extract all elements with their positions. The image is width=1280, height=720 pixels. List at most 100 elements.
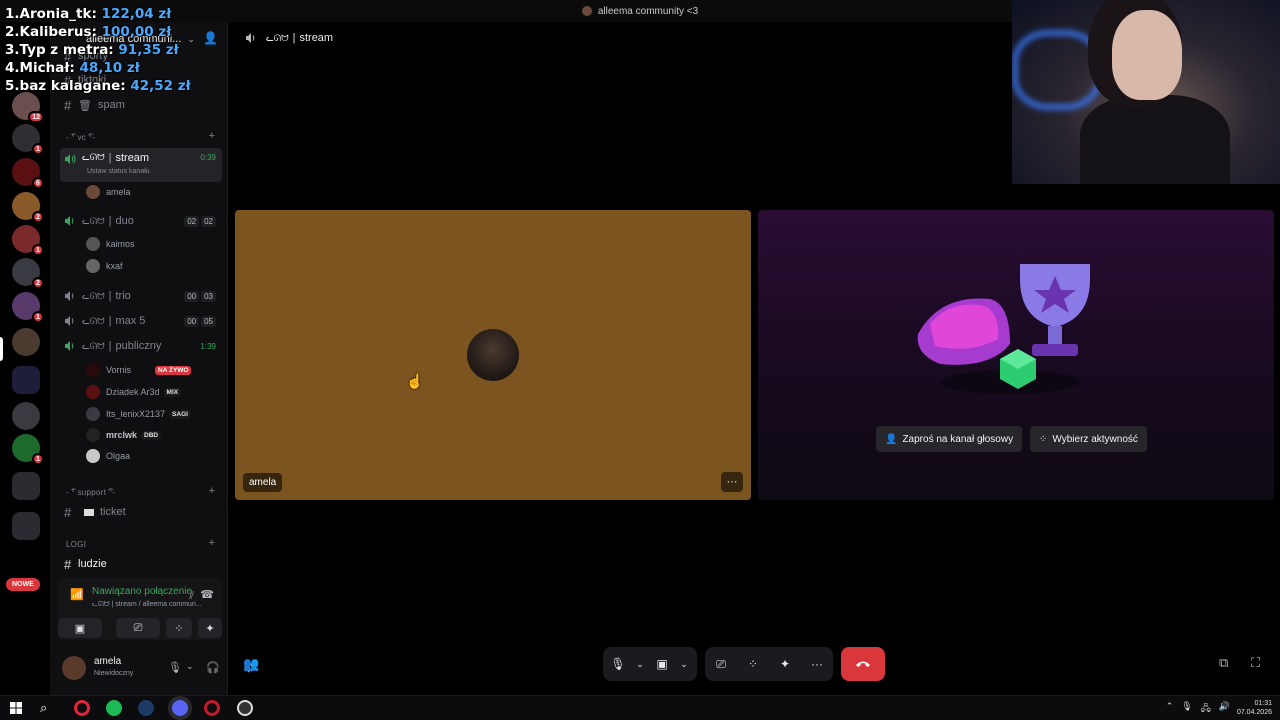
screen-share-icon[interactable]: ⎚ <box>705 657 737 672</box>
choose-activity-button[interactable]: ⁘ Wybierz aktywność <box>1030 426 1147 452</box>
voice-user[interactable]: Its_lenixX2137 SAGI <box>86 405 191 423</box>
volume-icon[interactable]: 🔊 <box>1219 701 1230 717</box>
channel-ludzie[interactable]: # ludzie <box>60 554 222 574</box>
server-icon-3[interactable]: 6 <box>12 158 44 189</box>
participant-avatar <box>467 329 519 381</box>
soundboard-button[interactable]: ✦ <box>198 618 222 638</box>
popout-icon[interactable]: ⧉ <box>1219 655 1228 671</box>
network-icon[interactable]: 🖧 <box>1201 701 1211 717</box>
camera-off-icon: ▣ <box>74 622 86 635</box>
voice-user[interactable]: Vornis NA ŻYWO <box>86 361 192 379</box>
opera-gx-icon[interactable] <box>204 700 220 716</box>
voice-channel-duo[interactable]: ᓚᘏᗢ | duo 02 02 <box>60 211 222 231</box>
active-server-pill <box>0 337 3 361</box>
voice-user[interactable]: Dziadek Ar3d MIX <box>86 383 182 401</box>
username: amela <box>94 656 122 667</box>
discord-icon[interactable] <box>172 700 188 716</box>
webcam-overlay <box>1012 0 1280 184</box>
camera-off-icon[interactable]: ▣ <box>647 657 677 671</box>
microphone-icon[interactable]: 🎙 <box>168 661 182 674</box>
chevron-down-icon[interactable]: ⌄ <box>633 659 647 670</box>
app-icon[interactable] <box>237 700 253 716</box>
server-icon-current[interactable] <box>12 328 40 356</box>
server-folder-icon[interactable] <box>12 472 40 500</box>
avatar[interactable] <box>62 656 86 680</box>
category-vc[interactable]: - ͡° vc ͡°- <box>66 133 95 142</box>
mention-badge: 2 <box>32 277 44 289</box>
invite-to-voice-button[interactable]: 👤 Zaproś na kanał głosowy <box>876 426 1023 452</box>
participant-tile[interactable]: amela ··· <box>235 210 751 500</box>
server-icon-7[interactable]: 1 <box>12 292 44 323</box>
server-icon-1[interactable]: 12 <box>12 92 44 123</box>
chevron-down-icon[interactable]: ⌄ <box>677 659 691 670</box>
add-channel-icon[interactable]: + <box>209 130 215 142</box>
channel-ticket[interactable]: # ticket <box>60 502 222 522</box>
more-icon[interactable]: ··· <box>801 657 833 671</box>
folder-icon[interactable] <box>12 366 40 394</box>
microphone-icon[interactable]: 🎙 <box>603 657 633 671</box>
avatar <box>86 407 100 421</box>
activities-button[interactable]: ⁘ <box>166 618 192 638</box>
screen-share-button[interactable]: ⎚ <box>116 618 160 638</box>
voice-channel-max5[interactable]: ᓚᘏᗢ | max 5 00 05 <box>60 311 222 331</box>
voice-channel-trio[interactable]: ᓚᘏᗢ | trio 00 03 <box>60 286 222 306</box>
voice-user[interactable]: amela <box>86 183 131 201</box>
fullscreen-icon[interactable]: ⛶ <box>1251 655 1260 671</box>
server-icon-4[interactable]: 2 <box>12 192 44 223</box>
channel-emoji: ᓚᘏᗢ <box>82 340 105 351</box>
new-badge[interactable]: NOWE <box>6 578 40 591</box>
soundboard-icon[interactable]: ✦ <box>769 657 801 671</box>
system-tray: ⌃ 🎙 🖧 🔊 <box>1166 701 1230 717</box>
speaker-icon <box>64 339 80 353</box>
windows-start-icon[interactable] <box>10 702 22 714</box>
add-channel-icon[interactable]: + <box>209 537 215 549</box>
channel-label: ludzie <box>78 558 107 570</box>
microphone-icon[interactable]: 🎙 <box>1181 701 1192 717</box>
more-options-button[interactable]: ··· <box>721 472 743 492</box>
avatar <box>86 237 100 251</box>
opera-icon[interactable] <box>74 700 90 716</box>
connection-channel[interactable]: ᓚᘏᗢ | stream / alleema commun... <box>92 600 202 609</box>
server-icon-5[interactable]: 1 <box>12 225 44 256</box>
server-folder-icon-2[interactable] <box>12 512 40 540</box>
search-icon[interactable]: ⌕ <box>40 700 47 716</box>
channel-emoji: ᓚᘏᗢ <box>82 290 105 301</box>
voice-channel-stream[interactable]: ᓚᘏᗢ | stream 0:39 Ustaw status kanału <box>60 148 222 182</box>
signal-icon[interactable]: 📶 <box>70 588 84 601</box>
noise-suppression-icon[interactable]: ⫽ <box>189 590 194 603</box>
headphones-icon[interactable]: 🎧 <box>206 661 220 674</box>
avatar <box>86 259 100 273</box>
chevron-down-icon[interactable]: ⌄ <box>186 661 194 672</box>
voice-user[interactable]: Olgaa <box>86 447 130 465</box>
server-icon-8[interactable] <box>12 402 40 430</box>
username: mrclwk <box>106 430 138 440</box>
channel-header: ᓚᘏᗢ | stream <box>244 30 333 46</box>
voice-user[interactable]: mrclwk DBD <box>86 426 162 444</box>
hangup-icon <box>856 661 870 667</box>
activities-icon[interactable]: ⁘ <box>737 657 769 671</box>
username: kxaf <box>106 261 123 271</box>
invite-people-icon[interactable]: 👤 <box>203 31 218 45</box>
add-channel-icon[interactable]: + <box>209 485 215 497</box>
time: 01:31 <box>1254 700 1272 707</box>
camera-button[interactable]: ▣ <box>58 618 102 638</box>
category-support[interactable]: - ͡° support ͡°- <box>66 488 115 497</box>
disconnect-call-button[interactable] <box>841 647 885 681</box>
chevron-up-icon[interactable]: ⌃ <box>1166 701 1174 717</box>
clock[interactable]: 01:31 07.04.2026 <box>1237 699 1272 717</box>
server-icon-6[interactable]: 2 <box>12 258 44 289</box>
voice-user[interactable]: kxaf <box>86 257 123 275</box>
hash-icon: # <box>64 556 72 572</box>
steam-icon[interactable] <box>138 700 154 716</box>
channel-spam[interactable]: # 🗑 spam <box>60 95 222 115</box>
channel-status[interactable]: Ustaw status kanału <box>87 168 150 175</box>
category-logi[interactable]: LOGI <box>66 540 86 549</box>
voice-channel-publiczny[interactable]: ᓚᘏᗢ | publiczny 1:39 <box>60 336 222 356</box>
spotify-icon[interactable] <box>106 700 122 716</box>
voice-user[interactable]: kaimos <box>86 235 135 253</box>
invite-people-icon[interactable]: 👥 <box>243 656 259 672</box>
disconnect-icon[interactable]: ☎ <box>200 588 214 601</box>
server-icon-2[interactable]: 1 <box>12 124 44 155</box>
server-icon-9[interactable]: 1 <box>12 434 44 465</box>
hash-icon: # <box>64 97 72 113</box>
